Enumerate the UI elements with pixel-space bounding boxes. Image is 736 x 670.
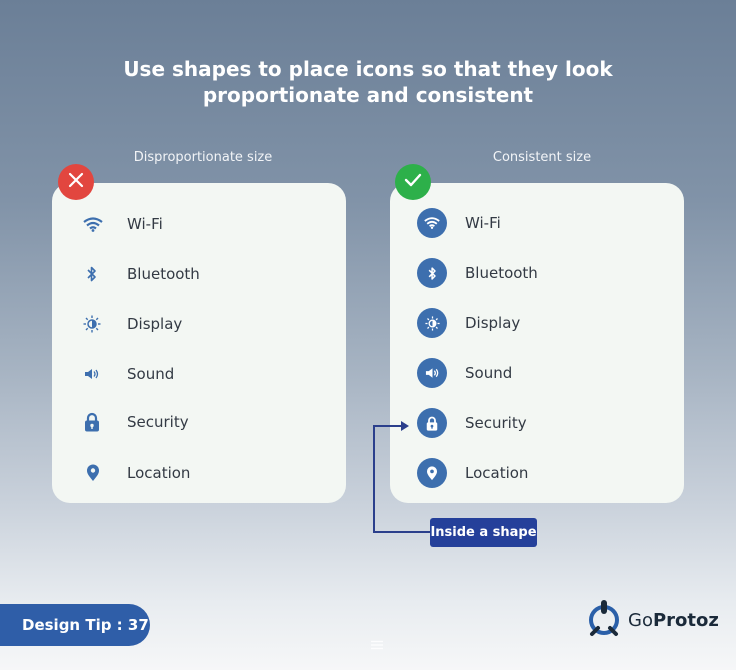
list-item-label: Location: [127, 464, 191, 482]
list-item-display: Display: [390, 305, 684, 341]
headline-line-1: Use shapes to place icons so that they l…: [123, 57, 613, 81]
left-panel-label: Disproportionate size: [133, 150, 273, 165]
list-item-sound: Sound: [52, 356, 346, 392]
right-panel-label: Consistent size: [492, 150, 592, 165]
wifi-icon: [82, 216, 104, 232]
inside-a-shape-callout: Inside a shape: [430, 518, 537, 547]
list-item-label: Sound: [127, 365, 175, 383]
list-item-label: Bluetooth: [465, 264, 538, 282]
list-item-label: Security: [127, 413, 189, 431]
callout-connector: [373, 425, 403, 427]
headline: Use shapes to place icons so that they l…: [0, 56, 736, 108]
list-item-security: Security: [52, 404, 346, 440]
callout-connector: [373, 531, 431, 533]
close-icon: [68, 172, 84, 193]
wifi-icon: [417, 208, 447, 238]
callout-connector: [373, 425, 375, 533]
list-item-bluetooth: Bluetooth: [390, 255, 684, 291]
list-item-sound: Sound: [390, 355, 684, 391]
list-item-location: Location: [390, 455, 684, 491]
list-item-location: Location: [52, 455, 346, 491]
brand-name-suffix: Protoz: [652, 610, 719, 631]
menu-icon: [370, 640, 384, 650]
bluetooth-icon: [86, 265, 98, 283]
list-item-label: Wi-Fi: [465, 214, 501, 232]
headline-line-2: proportionate and consistent: [202, 83, 534, 107]
goprotoz-logo-icon: [586, 598, 622, 643]
list-item-label: Display: [127, 315, 183, 333]
list-item-label: Sound: [465, 364, 513, 382]
brand-logo: GoProtoz: [586, 598, 719, 643]
location-pin-icon: [86, 464, 100, 482]
consistent-card: Wi-Fi Bluetooth Display Sound Security L…: [390, 183, 684, 503]
brand-name: GoProtoz: [628, 610, 719, 631]
list-item-bluetooth: Bluetooth: [52, 256, 346, 292]
list-item-label: Location: [465, 464, 529, 482]
speaker-icon: [84, 368, 100, 380]
disproportionate-card: Wi-Fi Bluetooth Display Sound Security L…: [52, 183, 346, 503]
list-item-wifi: Wi-Fi: [390, 205, 684, 241]
list-item-security: Security: [390, 405, 684, 441]
design-tip-badge: Design Tip : 37: [0, 604, 150, 646]
wrong-badge: [58, 164, 94, 200]
lock-icon: [84, 412, 100, 432]
list-item-label: Display: [465, 314, 521, 332]
location-pin-icon: [417, 458, 447, 488]
brightness-icon: [417, 308, 447, 338]
bluetooth-icon: [417, 258, 447, 288]
speaker-icon: [417, 358, 447, 388]
list-item-display: Display: [52, 306, 346, 342]
list-item-wifi: Wi-Fi: [52, 206, 346, 242]
lock-icon: [417, 408, 447, 438]
brightness-icon: [83, 315, 101, 333]
list-item-label: Bluetooth: [127, 265, 200, 283]
check-icon: [404, 173, 422, 192]
list-item-label: Security: [465, 414, 527, 432]
arrow-right-icon: [401, 421, 409, 431]
list-item-label: Wi-Fi: [127, 215, 163, 233]
brand-name-prefix: Go: [628, 610, 653, 631]
correct-badge: [395, 164, 431, 200]
